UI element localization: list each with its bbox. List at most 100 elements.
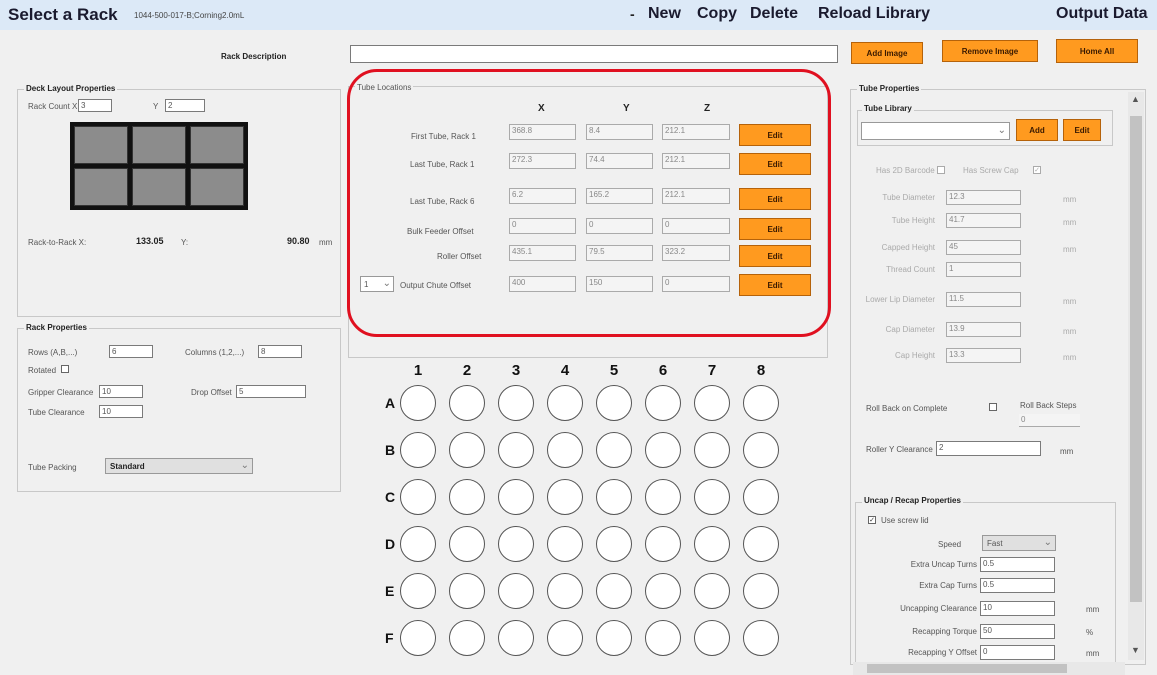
well-A4[interactable] xyxy=(547,385,583,421)
output-chute-offset-y[interactable]: 150 xyxy=(586,276,653,292)
tube-library-add-button[interactable]: Add xyxy=(1016,119,1058,141)
has-2d-barcode-checkbox[interactable] xyxy=(937,166,945,174)
rotated-checkbox[interactable] xyxy=(61,365,69,373)
bulk-feeder-offset-edit-button[interactable]: Edit xyxy=(739,218,811,240)
well-D6[interactable] xyxy=(645,526,681,562)
well-C8[interactable] xyxy=(743,479,779,515)
well-F5[interactable] xyxy=(596,620,632,656)
tube-field-input[interactable]: 11.5 xyxy=(946,292,1021,307)
well-B1[interactable] xyxy=(400,432,436,468)
reload-library-button[interactable]: Reload Library xyxy=(818,5,930,23)
bulk-feeder-offset-z[interactable]: 0 xyxy=(662,218,730,234)
well-F7[interactable] xyxy=(694,620,730,656)
last-tube-rack1-z[interactable]: 212.1 xyxy=(662,153,730,169)
well-E3[interactable] xyxy=(498,573,534,609)
well-F1[interactable] xyxy=(400,620,436,656)
well-E5[interactable] xyxy=(596,573,632,609)
columns-input[interactable]: 8 xyxy=(258,345,302,358)
well-D1[interactable] xyxy=(400,526,436,562)
first-tube-rack1-z[interactable]: 212.1 xyxy=(662,124,730,140)
well-A2[interactable] xyxy=(449,385,485,421)
output-chute-select[interactable]: 1 ⌄ xyxy=(360,276,394,292)
uncap-field-input[interactable]: 10 xyxy=(980,601,1055,616)
speed-select[interactable]: Fast ⌄ xyxy=(982,535,1056,551)
well-A3[interactable] xyxy=(498,385,534,421)
rack-dropdown-toggle[interactable]: - xyxy=(630,6,635,22)
rack-count-y-input[interactable]: 2 xyxy=(165,99,205,112)
last-tube-rack6-x[interactable]: 6.2 xyxy=(509,188,576,204)
well-F3[interactable] xyxy=(498,620,534,656)
rack-description-input[interactable] xyxy=(350,45,838,63)
rack-name-selector[interactable]: 1044-500-017-B;Corning2.0mL xyxy=(134,11,244,20)
bulk-feeder-offset-y[interactable]: 0 xyxy=(586,218,653,234)
tube-field-input[interactable]: 45 xyxy=(946,240,1021,255)
well-E2[interactable] xyxy=(449,573,485,609)
well-A7[interactable] xyxy=(694,385,730,421)
last-tube-rack1-x[interactable]: 272.3 xyxy=(509,153,576,169)
caret-up-icon[interactable]: ▲ xyxy=(1131,94,1140,104)
well-B8[interactable] xyxy=(743,432,779,468)
tube-field-input[interactable]: 13.3 xyxy=(946,348,1021,363)
well-F8[interactable] xyxy=(743,620,779,656)
drop-offset-input[interactable]: 5 xyxy=(236,385,306,398)
tube-library-select[interactable]: ⌄ xyxy=(861,122,1010,140)
roll-back-steps-input[interactable]: 0 xyxy=(1019,414,1080,427)
horizontal-scrollbar[interactable] xyxy=(853,662,1125,675)
well-B7[interactable] xyxy=(694,432,730,468)
well-C1[interactable] xyxy=(400,479,436,515)
last-tube-rack6-y[interactable]: 165.2 xyxy=(586,188,653,204)
output-data-button[interactable]: Output Data xyxy=(1056,5,1148,23)
last-tube-rack1-y[interactable]: 74.4 xyxy=(586,153,653,169)
well-A8[interactable] xyxy=(743,385,779,421)
last-tube-rack1-edit-button[interactable]: Edit xyxy=(739,153,811,175)
well-E8[interactable] xyxy=(743,573,779,609)
well-B4[interactable] xyxy=(547,432,583,468)
rack-count-x-input[interactable]: 3 xyxy=(78,99,112,112)
gripper-clearance-input[interactable]: 10 xyxy=(99,385,143,398)
roller-offset-z[interactable]: 323.2 xyxy=(662,245,730,261)
well-A5[interactable] xyxy=(596,385,632,421)
tube-clearance-input[interactable]: 10 xyxy=(99,405,143,418)
tube-field-input[interactable]: 1 xyxy=(946,262,1021,277)
use-screw-lid-checkbox[interactable]: ✓ xyxy=(868,516,876,524)
output-chute-offset-z[interactable]: 0 xyxy=(662,276,730,292)
well-F2[interactable] xyxy=(449,620,485,656)
well-B5[interactable] xyxy=(596,432,632,468)
well-E1[interactable] xyxy=(400,573,436,609)
well-E4[interactable] xyxy=(547,573,583,609)
first-tube-rack1-edit-button[interactable]: Edit xyxy=(739,124,811,146)
well-C3[interactable] xyxy=(498,479,534,515)
well-B3[interactable] xyxy=(498,432,534,468)
last-tube-rack6-edit-button[interactable]: Edit xyxy=(739,188,811,210)
tube-field-input[interactable]: 12.3 xyxy=(946,190,1021,205)
uncap-field-input[interactable]: 0.5 xyxy=(980,557,1055,572)
well-C5[interactable] xyxy=(596,479,632,515)
rows-input[interactable]: 6 xyxy=(109,345,153,358)
well-D2[interactable] xyxy=(449,526,485,562)
first-tube-rack1-y[interactable]: 8.4 xyxy=(586,124,653,140)
roll-back-on-complete-checkbox[interactable] xyxy=(989,403,997,411)
roller-offset-edit-button[interactable]: Edit xyxy=(739,245,811,267)
output-chute-offset-edit-button[interactable]: Edit xyxy=(739,274,811,296)
caret-down-icon[interactable]: ▼ xyxy=(1131,645,1140,655)
well-B6[interactable] xyxy=(645,432,681,468)
remove-image-button[interactable]: Remove Image xyxy=(942,40,1038,62)
well-E6[interactable] xyxy=(645,573,681,609)
vertical-scrollbar-thumb[interactable] xyxy=(1130,116,1142,602)
well-C4[interactable] xyxy=(547,479,583,515)
home-all-button[interactable]: Home All xyxy=(1056,39,1138,63)
roller-offset-x[interactable]: 435.1 xyxy=(509,245,576,261)
well-D7[interactable] xyxy=(694,526,730,562)
tube-field-input[interactable]: 41.7 xyxy=(946,213,1021,228)
uncap-field-input[interactable]: 0.5 xyxy=(980,578,1055,593)
uncap-field-input[interactable]: 0 xyxy=(980,645,1055,660)
roller-offset-y[interactable]: 79.5 xyxy=(586,245,653,261)
copy-button[interactable]: Copy xyxy=(697,5,737,23)
well-C2[interactable] xyxy=(449,479,485,515)
well-F6[interactable] xyxy=(645,620,681,656)
bulk-feeder-offset-x[interactable]: 0 xyxy=(509,218,576,234)
well-E7[interactable] xyxy=(694,573,730,609)
last-tube-rack6-z[interactable]: 212.1 xyxy=(662,188,730,204)
well-B2[interactable] xyxy=(449,432,485,468)
new-button[interactable]: New xyxy=(648,5,681,23)
